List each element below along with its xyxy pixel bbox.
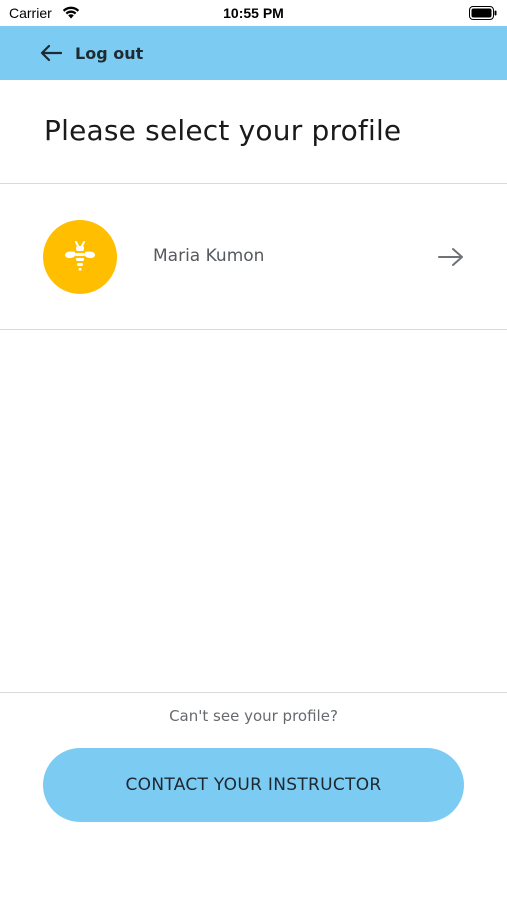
divider <box>0 329 507 330</box>
divider <box>0 692 507 693</box>
nav-bar: Log out <box>0 26 507 80</box>
arrow-left-icon <box>40 44 62 62</box>
arrow-right-icon <box>438 248 463 266</box>
contact-instructor-label: CONTACT YOUR INSTRUCTOR <box>125 775 382 795</box>
logout-button[interactable]: Log out <box>40 38 143 68</box>
contact-instructor-button[interactable]: CONTACT YOUR INSTRUCTOR <box>43 748 464 822</box>
status-bar: Carrier 10:55 PM <box>0 0 507 26</box>
avatar <box>43 220 117 294</box>
clock-label: 10:55 PM <box>223 5 284 21</box>
profile-name: Maria Kumon <box>153 246 265 266</box>
bee-icon <box>65 241 95 271</box>
missing-profile-hint: Can't see your profile? <box>169 707 338 725</box>
battery-icon <box>469 6 497 20</box>
profile-row[interactable]: Maria Kumon <box>0 184 507 329</box>
logout-label: Log out <box>75 43 144 63</box>
page-title: Please select your profile <box>44 114 402 147</box>
